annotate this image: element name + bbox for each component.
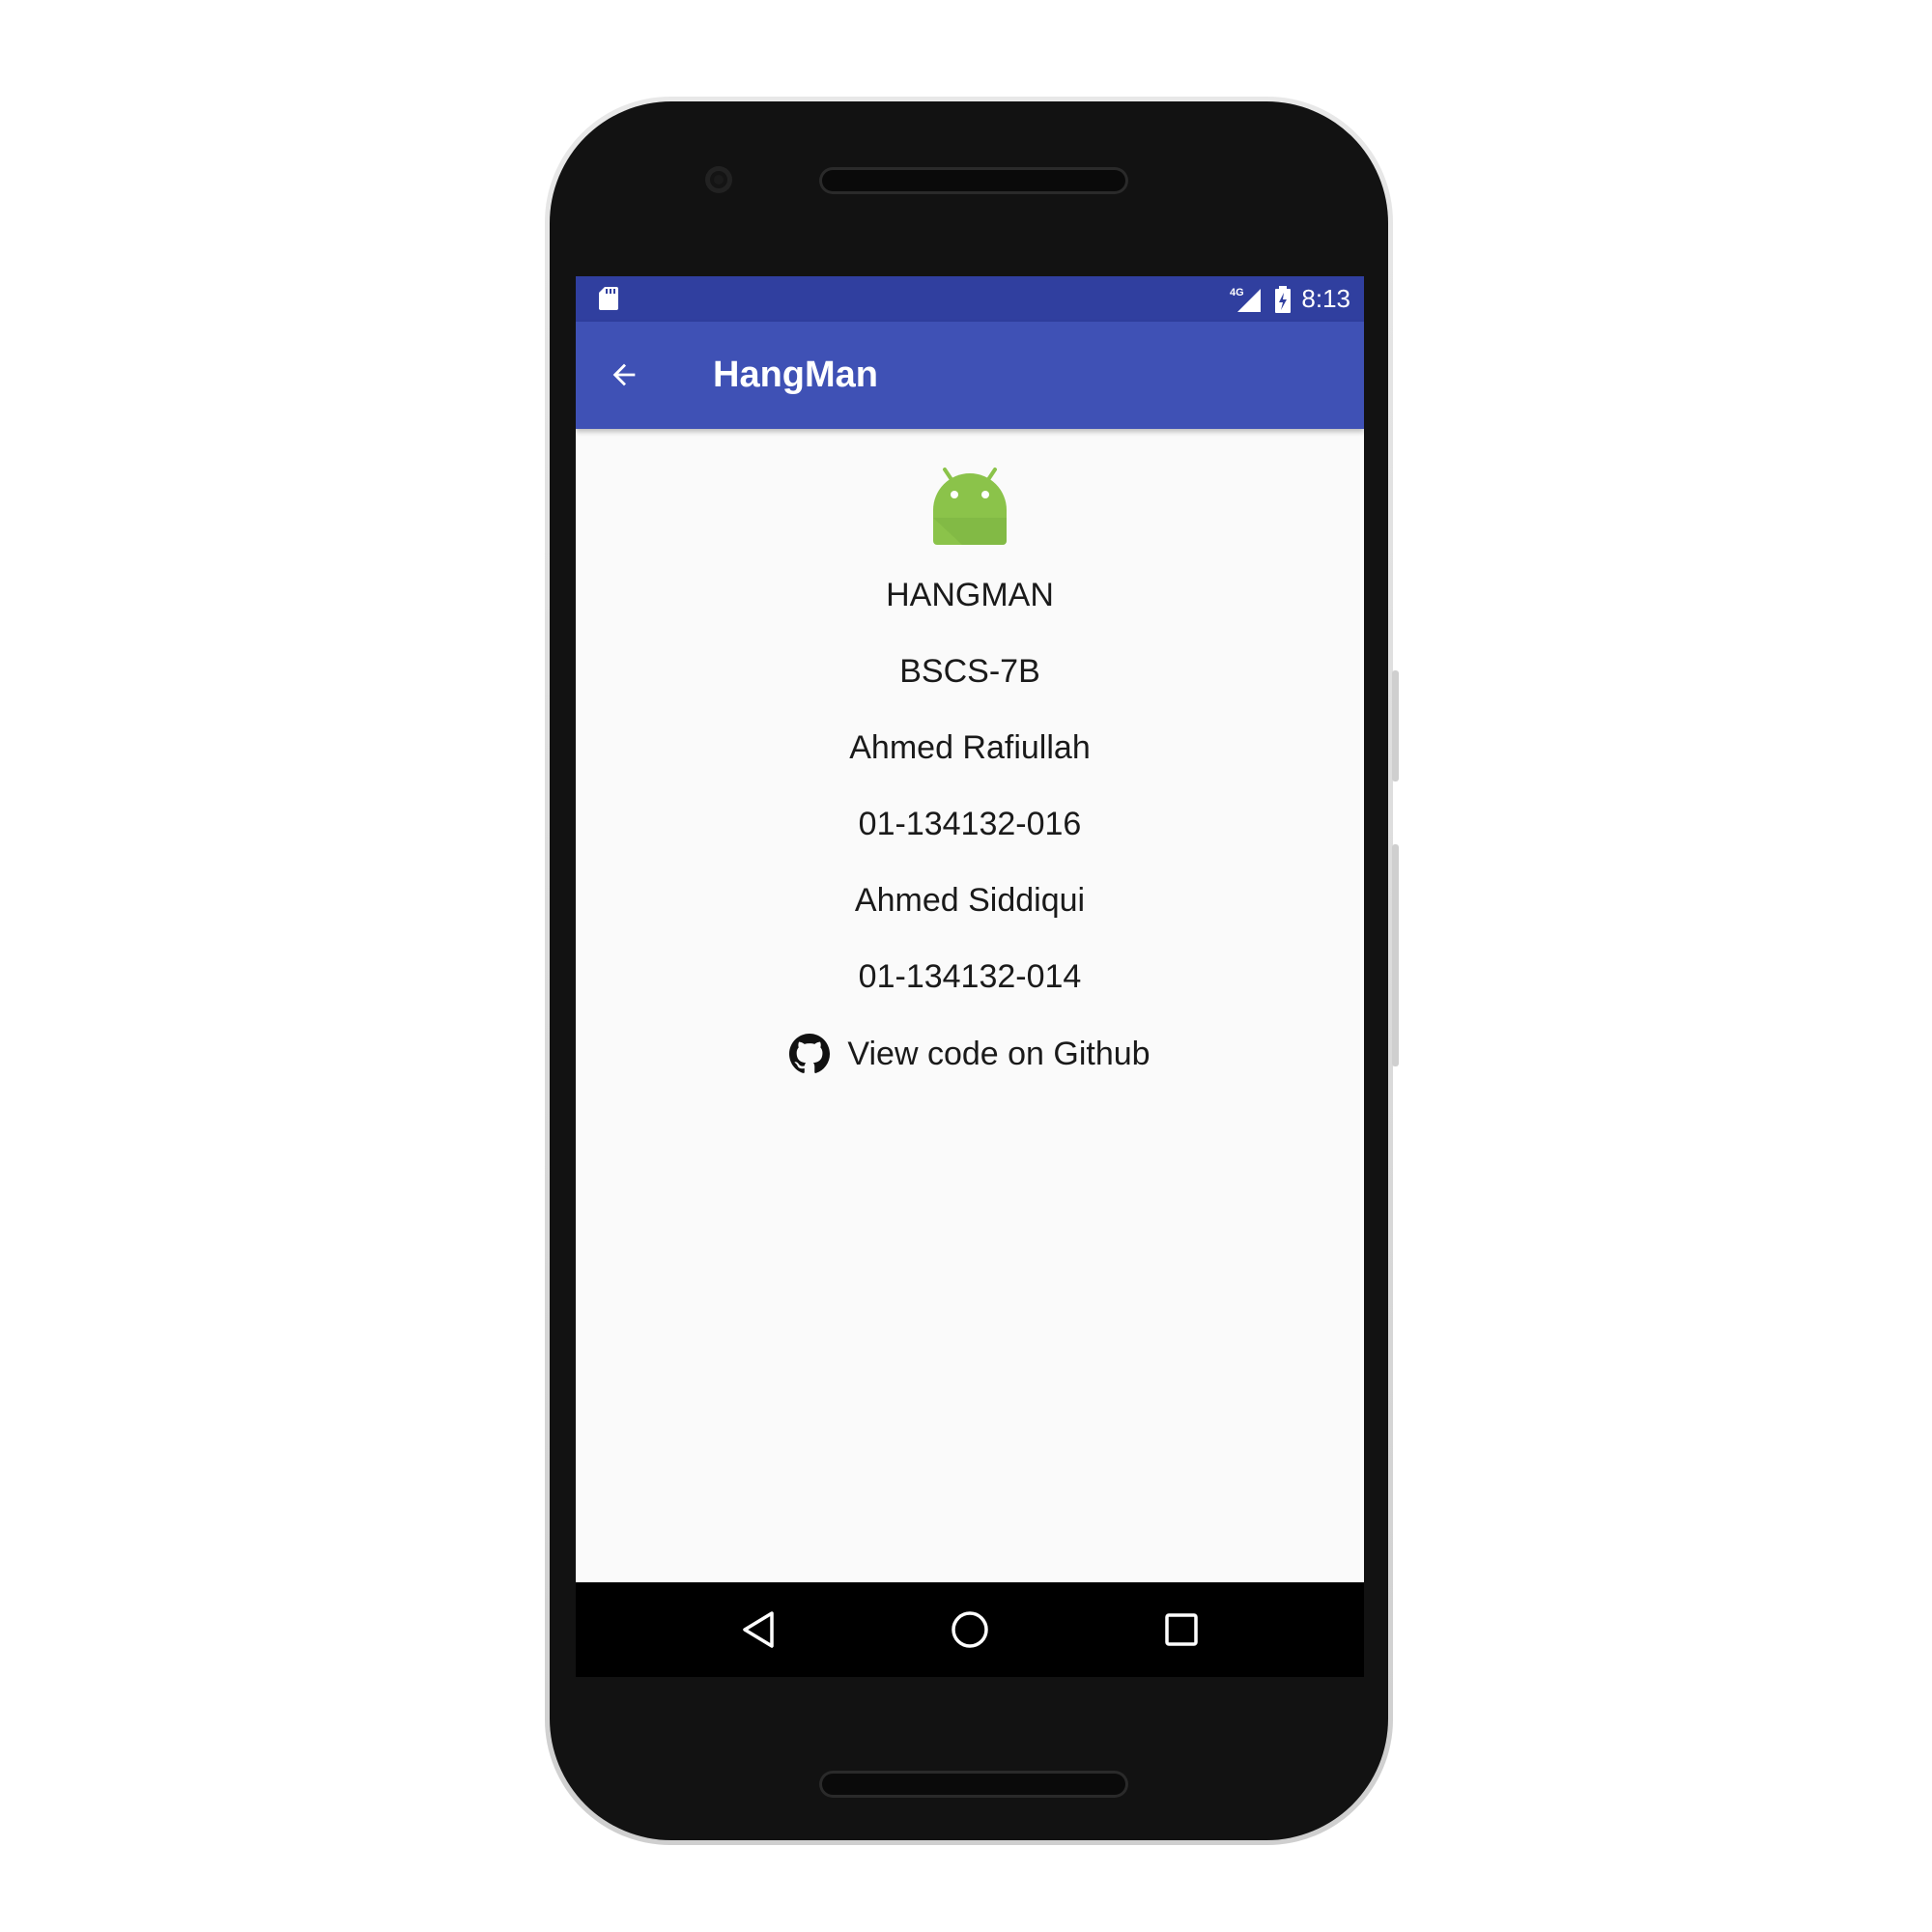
volume-button xyxy=(1392,844,1399,1066)
author-2-id: 01-134132-014 xyxy=(858,958,1082,995)
nav-home-button[interactable] xyxy=(941,1601,999,1659)
github-icon xyxy=(789,1034,831,1073)
app-bar: HangMan xyxy=(576,322,1364,429)
github-link[interactable]: View code on Github xyxy=(576,1034,1364,1074)
back-triangle-icon xyxy=(743,1611,774,1648)
nav-recents-button[interactable] xyxy=(1152,1601,1210,1659)
arrow-back-icon xyxy=(612,363,636,386)
home-circle-icon xyxy=(952,1611,988,1648)
power-button xyxy=(1392,670,1399,781)
github-link-label[interactable]: View code on Github xyxy=(847,1035,1150,1073)
navigation-bar xyxy=(576,1582,1364,1677)
battery-charging-icon xyxy=(1275,285,1292,313)
status-icons: 4G 8:13 xyxy=(1230,276,1350,322)
signal-4g-icon: 4G xyxy=(1230,287,1262,312)
front-camera xyxy=(705,166,732,193)
author-1-name: Ahmed Rafiullah xyxy=(849,729,1091,766)
author-2-name: Ahmed Siddiqui xyxy=(854,882,1086,919)
status-time: 8:13 xyxy=(1301,284,1350,313)
status-bar: 4G 8:13 xyxy=(576,276,1364,322)
sd-card-icon xyxy=(599,287,618,310)
android-icon xyxy=(933,468,1007,545)
svg-text:4G: 4G xyxy=(1230,287,1244,298)
about-content: HANGMAN BSCS-7B Ahmed Rafiullah 01-13413… xyxy=(576,429,1364,1582)
author-1-id: 01-134132-016 xyxy=(858,806,1082,842)
device-screen: 4G 8:13 HangMan HANGMAN BSCS-7B Ahmed Ra… xyxy=(576,276,1364,1677)
class-text: BSCS-7B xyxy=(899,653,1040,690)
app-title: HangMan xyxy=(713,355,878,395)
back-button[interactable] xyxy=(595,346,653,404)
app-name-text: HANGMAN xyxy=(886,577,1054,613)
top-speaker xyxy=(819,167,1128,194)
bottom-speaker xyxy=(819,1771,1128,1798)
nav-back-button[interactable] xyxy=(729,1601,787,1659)
recents-square-icon xyxy=(1165,1613,1198,1646)
